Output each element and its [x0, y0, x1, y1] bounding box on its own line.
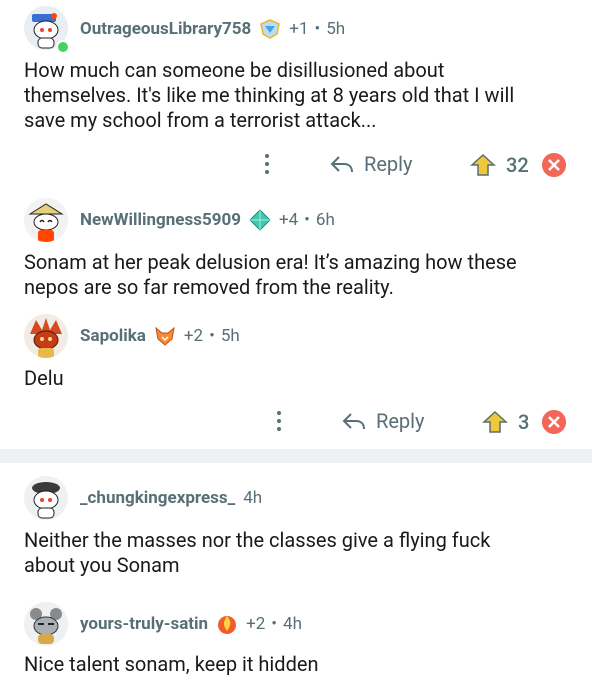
award-count: +1 — [289, 19, 309, 39]
username[interactable]: _chungkingexpress_ — [80, 488, 235, 508]
timestamp: 4h — [243, 488, 263, 508]
vote-score: 3 — [518, 410, 530, 434]
snoo-avatar-icon — [24, 198, 68, 242]
timestamp: 6h — [315, 210, 335, 230]
fox-award-icon — [155, 326, 175, 346]
avatar[interactable] — [24, 476, 68, 520]
avatar[interactable] — [24, 198, 68, 242]
comment-body: Delu — [24, 366, 64, 390]
avatar[interactable] — [24, 314, 68, 358]
separator-dot: • — [314, 19, 321, 39]
online-status-dot — [56, 40, 70, 54]
more-options-icon[interactable] — [265, 154, 271, 178]
award-count: +4 — [278, 210, 299, 230]
downvote-icon[interactable] — [542, 153, 566, 177]
username[interactable]: Sapolika — [80, 326, 146, 346]
comment-meta: OutrageousLibrary758 +1 • 5h — [80, 17, 345, 41]
comment-body: How much can someone be disillusioned ab… — [24, 58, 515, 132]
reply-button[interactable]: Reply — [342, 409, 425, 433]
comment-body: Sonam at her peak delusion era! It’s ama… — [24, 250, 517, 299]
reply-label: Reply — [376, 409, 425, 433]
reply-arrow-icon — [342, 413, 365, 430]
award-count: +2 — [183, 326, 204, 346]
avatar[interactable] — [24, 602, 68, 646]
timestamp: 5h — [220, 326, 240, 346]
comment-actions: Reply 3 — [0, 402, 592, 442]
downvote-icon[interactable] — [542, 410, 566, 434]
upvote-icon[interactable] — [482, 410, 508, 434]
more-options-icon[interactable] — [277, 411, 283, 435]
flame-award-icon — [218, 616, 237, 634]
username[interactable]: NewWillingness5909 — [80, 210, 241, 230]
comment-meta: yours-truly-satin +2 • 4h — [80, 612, 302, 636]
snoo-avatar-icon — [24, 314, 68, 358]
comment-actions: Reply 32 — [0, 145, 592, 185]
comment-meta: NewWillingness5909 +4 • 6h — [80, 208, 335, 232]
thread-divider — [0, 449, 592, 463]
separator-dot: • — [304, 210, 310, 230]
timestamp: 5h — [326, 19, 346, 39]
snoo-avatar-icon — [24, 602, 68, 646]
timestamp: 4h — [283, 614, 302, 634]
gem-award-icon — [249, 209, 271, 231]
reply-button[interactable]: Reply — [330, 152, 413, 176]
diamond-award-icon — [260, 19, 281, 39]
comment-body: Neither the masses nor the classes give … — [24, 528, 491, 577]
comment-meta: Sapolika +2 • 5h — [80, 324, 240, 348]
comment-meta: _chungkingexpress_ 4h — [80, 486, 262, 510]
award-count: +2 — [246, 614, 266, 634]
vote-score: 32 — [506, 153, 529, 177]
reply-label: Reply — [364, 152, 413, 176]
upvote-icon[interactable] — [470, 153, 496, 177]
separator-dot: • — [271, 614, 278, 634]
username[interactable]: yours-truly-satin — [80, 614, 208, 634]
username[interactable]: OutrageousLibrary758 — [80, 19, 251, 39]
comment-body: Nice talent sonam, keep it hidden — [24, 652, 319, 676]
separator-dot: • — [209, 326, 215, 346]
reply-arrow-icon — [330, 156, 353, 173]
snoo-avatar-icon — [24, 476, 68, 520]
